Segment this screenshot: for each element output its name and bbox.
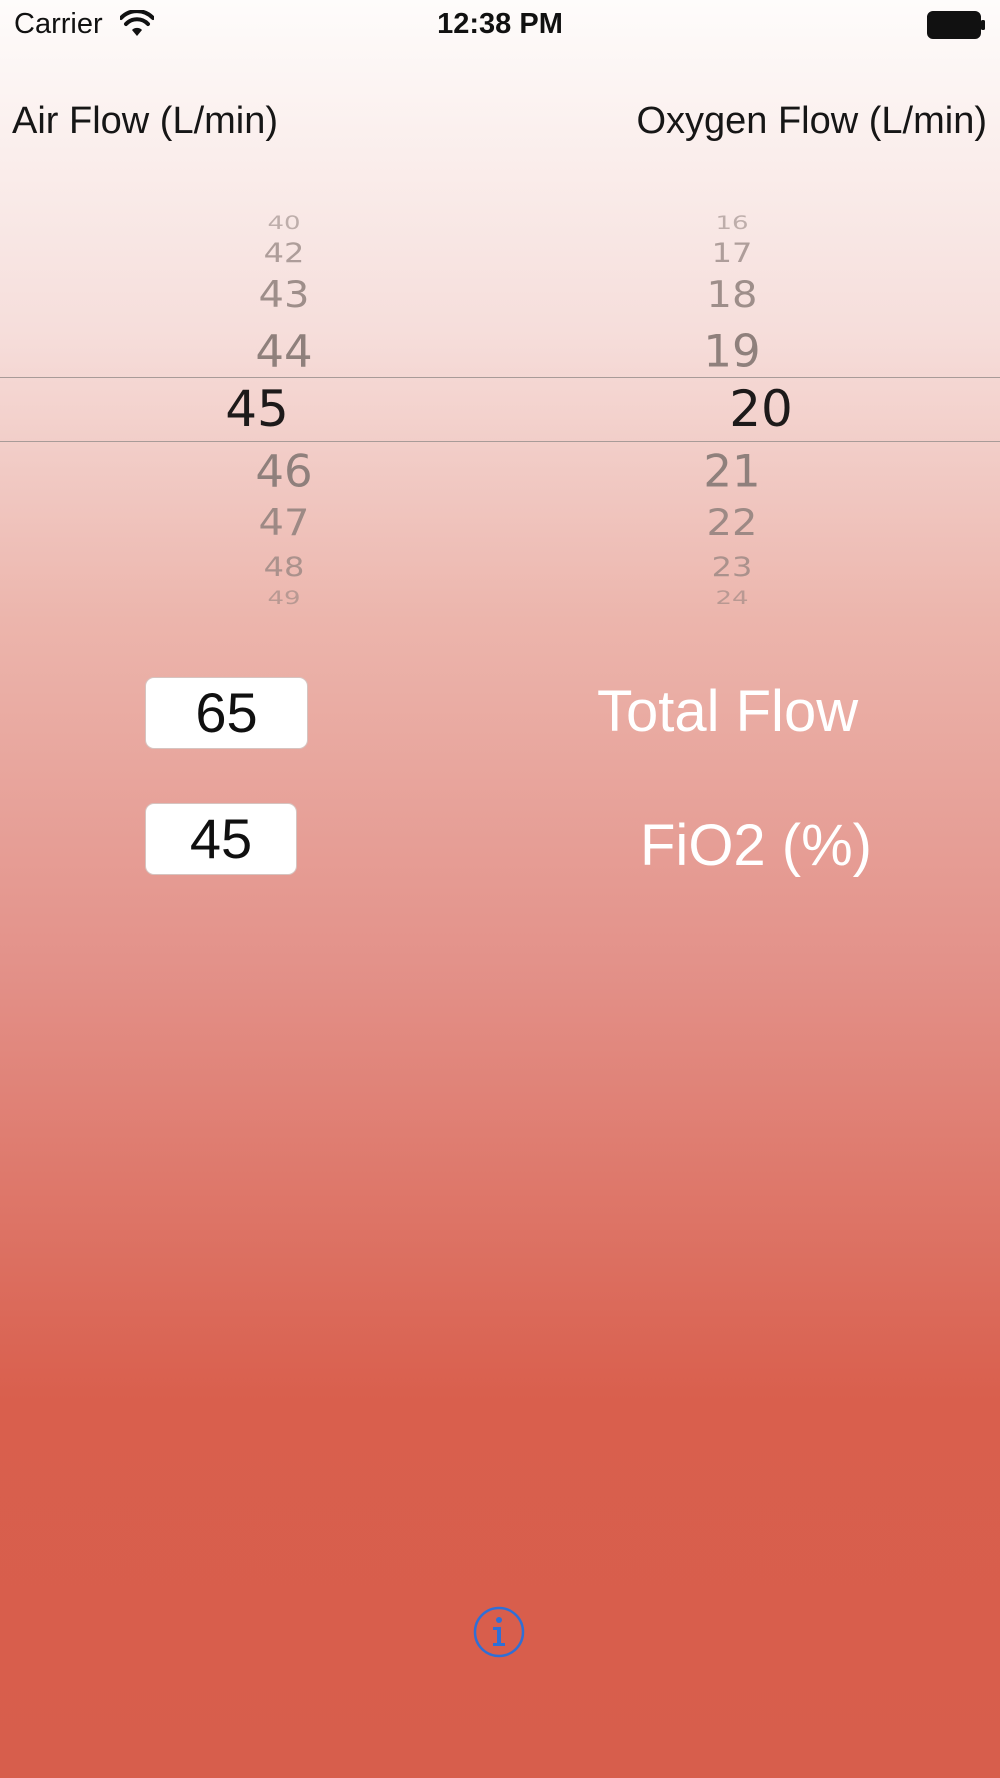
flow-picker[interactable]: 40 42 43 44 45 46 47 48 49 16 17 18 19 20 21 22 23 24 [0,0,1000,620]
air-flow-option-40[interactable]: 40 [214,212,354,234]
total-flow-label: Total Flow [597,679,859,744]
air-flow-option-49[interactable]: 49 [214,587,354,609]
oxygen-flow-option-16[interactable]: 16 [662,212,802,234]
oxygen-flow-option-18[interactable]: 18 [662,274,802,316]
air-flow-option-46[interactable]: 46 [214,446,354,498]
oxygen-flow-option-24[interactable]: 24 [662,587,802,609]
oxygen-flow-option-23[interactable]: 23 [662,551,802,582]
air-flow-option-47[interactable]: 47 [214,502,354,544]
air-flow-option-48[interactable]: 48 [214,551,354,582]
oxygen-flow-option-22[interactable]: 22 [662,502,802,544]
air-flow-option-44[interactable]: 44 [214,326,354,378]
total-flow-value: 65 [145,677,308,749]
air-flow-option-43[interactable]: 43 [214,274,354,316]
fio2-label: FiO2 (%) [640,813,872,878]
oxygen-flow-option-19[interactable]: 19 [662,326,802,378]
oxygen-flow-option-21[interactable]: 21 [662,446,802,498]
oxygen-flow-option-17[interactable]: 17 [662,237,802,268]
info-icon[interactable] [473,1606,525,1658]
air-flow-selected-value[interactable]: 45 [187,380,327,438]
oxygen-flow-selected-value[interactable]: 20 [691,380,831,438]
air-flow-option-42[interactable]: 42 [214,237,354,268]
fio2-value: 45 [145,803,297,875]
